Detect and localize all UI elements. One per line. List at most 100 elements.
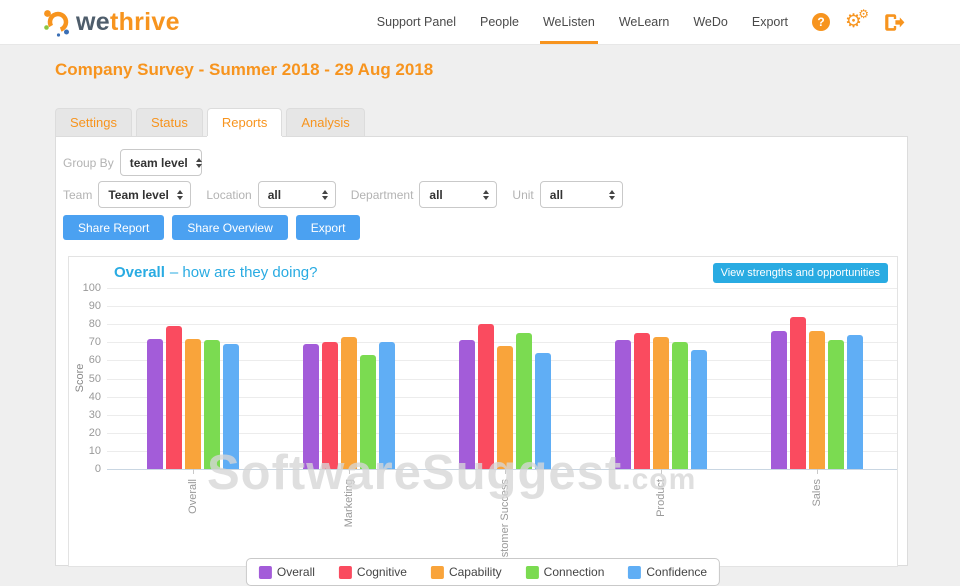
share-overview-button[interactable]: Share Overview	[172, 215, 288, 240]
bar-capability-marketing[interactable]	[341, 337, 357, 469]
unit-select-value: all	[549, 187, 564, 202]
stepper-down-icon	[195, 163, 202, 168]
legend-item-capability[interactable]: Capability	[430, 565, 502, 579]
nav-item-welearn[interactable]: WeLearn	[607, 0, 682, 44]
x-category-label: Product	[655, 479, 667, 517]
tab-status[interactable]: Status	[135, 108, 203, 136]
x-axis-tick	[349, 469, 350, 474]
nav-item-wedo[interactable]: WeDo	[681, 0, 740, 44]
bar-overall-overall[interactable]	[147, 339, 163, 469]
stepper-down-icon	[321, 195, 328, 200]
nav-item-welisten[interactable]: WeListen	[531, 0, 607, 44]
filter-row-1: Group By team level	[63, 149, 217, 176]
bar-connection-product[interactable]	[672, 342, 688, 469]
logout-icon[interactable]	[884, 13, 905, 32]
bar-capability-customer-success[interactable]	[497, 346, 513, 469]
tab-analysis[interactable]: Analysis	[286, 108, 365, 136]
gridline	[107, 306, 897, 307]
bar-cognitive-product[interactable]	[634, 333, 650, 469]
bar-cognitive-marketing[interactable]	[322, 342, 338, 469]
action-button-row: Share Report Share Overview Export	[63, 215, 361, 240]
bar-capability-overall[interactable]	[185, 339, 201, 469]
settings-gears-icon[interactable]: ⚙ ⚙	[845, 8, 869, 33]
nav-item-people[interactable]: People	[468, 0, 531, 44]
legend-item-confidence[interactable]: Confidence	[628, 565, 707, 579]
y-tick-label: 10	[88, 445, 101, 457]
filter-row-2: Team Team level Location all Department all Un…	[63, 181, 638, 208]
group-by-select[interactable]: team level	[119, 149, 202, 176]
bar-connection-marketing[interactable]	[360, 355, 376, 469]
nav-item-support-panel[interactable]: Support Panel	[365, 0, 468, 44]
y-tick-label: 70	[88, 336, 101, 348]
main-nav: Support Panel People WeListen WeLearn WeDo Ex…	[365, 0, 800, 44]
select-stepper-icon	[483, 189, 490, 200]
help-icon[interactable]: ?	[812, 13, 830, 31]
stepper-down-icon	[608, 195, 615, 200]
tab-reports[interactable]: Reports	[206, 108, 283, 136]
nav-icons: ? ⚙ ⚙	[812, 8, 905, 33]
team-select-value: Team level	[108, 187, 169, 202]
group-by-filter: Group By team level	[63, 149, 202, 176]
bar-overall-customer-success[interactable]	[459, 340, 475, 469]
y-tick-label: 100	[82, 282, 101, 294]
legend-item-cognitive[interactable]: Cognitive	[338, 565, 407, 579]
bar-cognitive-customer-success[interactable]	[478, 324, 494, 469]
y-tick-label: 80	[88, 318, 101, 330]
location-select[interactable]: all	[257, 181, 336, 208]
legend-label: Connection	[543, 565, 605, 579]
logo-text: wethrive	[76, 8, 180, 37]
y-tick-label: 30	[88, 409, 101, 421]
legend-label: Confidence	[646, 565, 708, 579]
x-category-label: Sales	[811, 479, 823, 507]
bar-confidence-marketing[interactable]	[379, 342, 395, 469]
team-filter: Team Team level	[63, 181, 192, 208]
bar-capability-sales[interactable]	[809, 331, 825, 469]
x-axis-tick	[661, 469, 662, 474]
legend-swatch-overall	[258, 565, 272, 579]
y-tick-label: 20	[88, 427, 101, 439]
y-tick-label: 0	[94, 463, 101, 475]
stepper-down-icon	[177, 195, 184, 200]
y-tick-label: 90	[88, 300, 101, 312]
team-select[interactable]: Team level	[98, 181, 192, 208]
bar-capability-product[interactable]	[653, 337, 669, 469]
location-select-value: all	[267, 187, 282, 202]
page-title: Company Survey - Summer 2018 - 29 Aug 20…	[55, 60, 434, 79]
department-select[interactable]: all	[419, 181, 498, 208]
select-stepper-icon	[195, 157, 202, 168]
gridline	[107, 469, 897, 470]
bar-overall-sales[interactable]	[771, 331, 787, 469]
bar-connection-overall[interactable]	[204, 340, 220, 469]
bar-connection-customer-success[interactable]	[516, 333, 532, 469]
bar-confidence-overall[interactable]	[223, 344, 239, 469]
legend-label: Overall	[276, 565, 315, 579]
view-strengths-button[interactable]: View strengths and opportunities	[712, 263, 888, 283]
gridline	[107, 324, 897, 325]
tab-settings[interactable]: Settings	[55, 108, 132, 136]
export-button[interactable]: Export	[295, 215, 361, 240]
bar-overall-marketing[interactable]	[303, 344, 319, 469]
bar-confidence-sales[interactable]	[847, 335, 863, 469]
department-select-value: all	[429, 187, 443, 202]
share-report-button[interactable]: Share Report	[63, 215, 165, 240]
team-label: Team	[63, 187, 93, 202]
nav-item-export[interactable]: Export	[740, 0, 800, 44]
department-filter: Department all	[351, 181, 498, 208]
stepper-down-icon	[483, 195, 490, 200]
bar-connection-sales[interactable]	[828, 340, 844, 469]
bar-confidence-customer-success[interactable]	[535, 353, 551, 469]
bar-cognitive-overall[interactable]	[166, 326, 182, 469]
stepper-up-icon	[195, 157, 202, 162]
unit-select[interactable]: all	[539, 181, 623, 208]
logo[interactable]: wethrive	[42, 7, 180, 37]
bar-overall-product[interactable]	[615, 340, 631, 469]
group-by-label: Group By	[63, 155, 114, 170]
department-label: Department	[350, 187, 414, 202]
legend-item-overall[interactable]: Overall	[258, 565, 315, 579]
select-stepper-icon	[321, 189, 328, 200]
x-axis-tick	[817, 469, 818, 474]
bar-cognitive-sales[interactable]	[790, 317, 806, 469]
bar-confidence-product[interactable]	[691, 350, 707, 469]
legend-swatch-cognitive	[338, 565, 352, 579]
legend-item-connection[interactable]: Connection	[525, 565, 605, 579]
